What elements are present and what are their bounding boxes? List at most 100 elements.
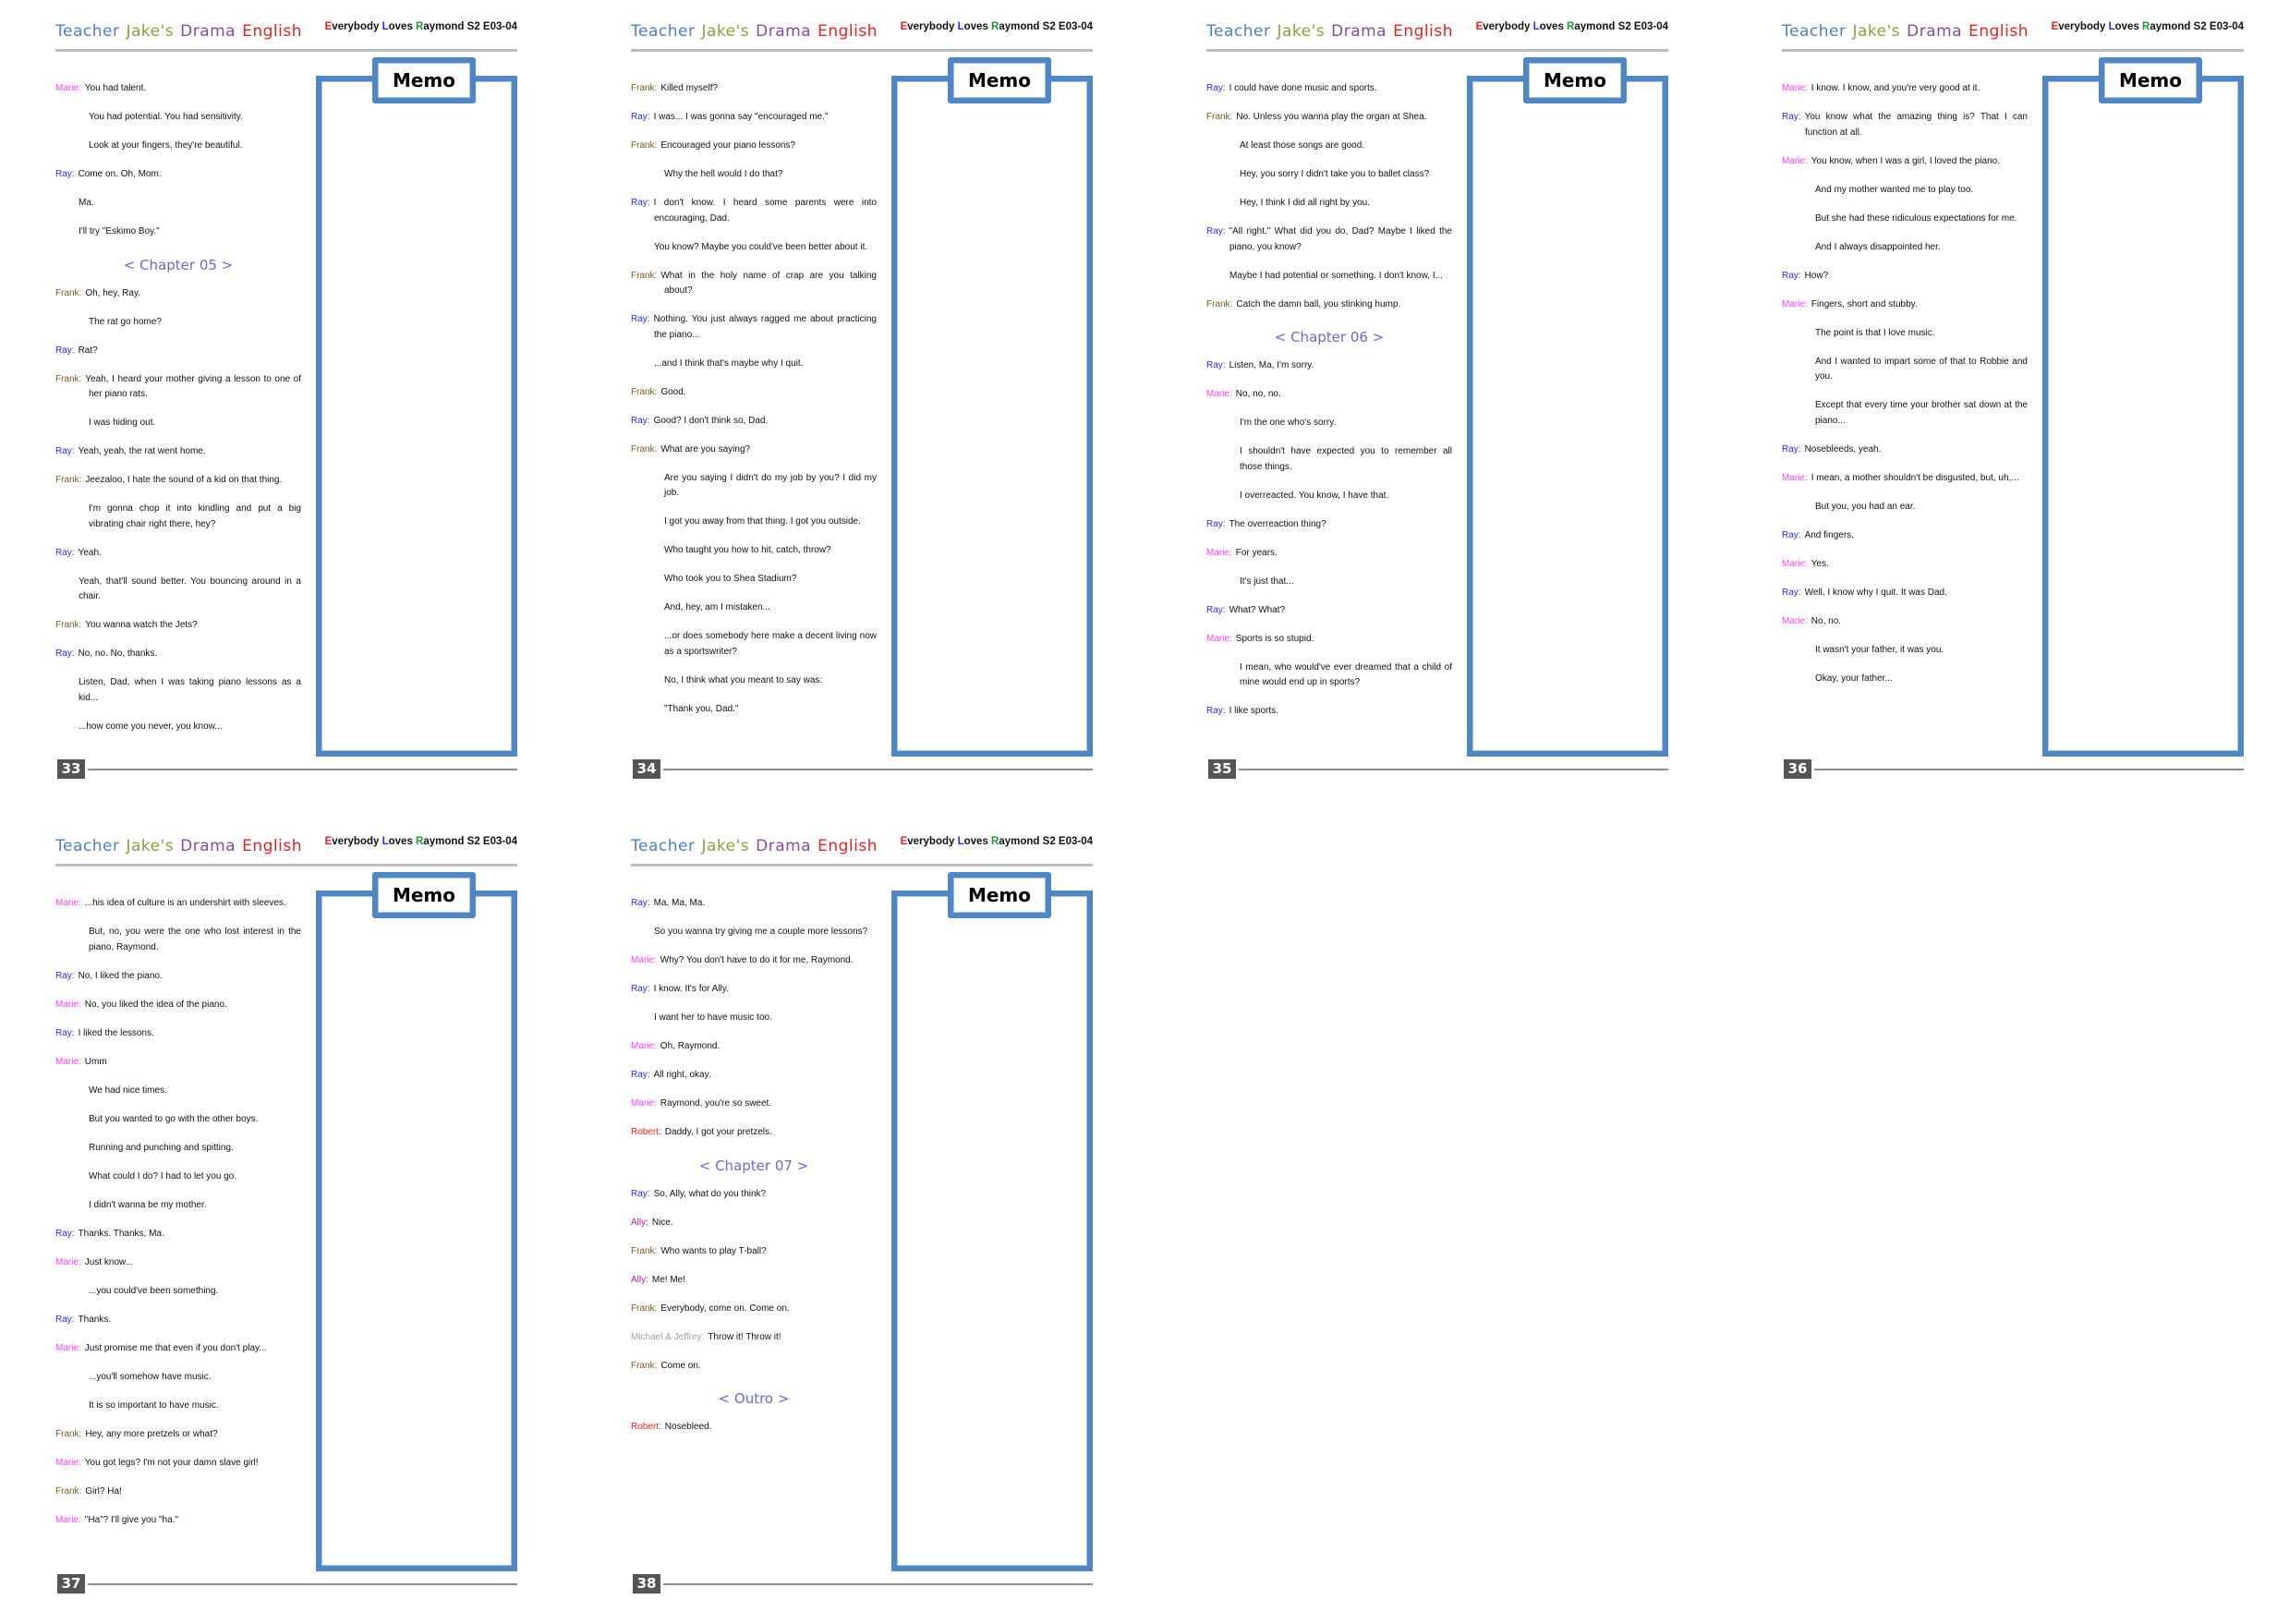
memo-box[interactable]	[2042, 76, 2244, 757]
dialogue-line: Maybe I had potential or something. I do…	[1206, 269, 1452, 285]
brand-word: Jake's	[1852, 22, 1901, 41]
speaker-marie: Marie:	[1206, 389, 1232, 399]
brand-word: Jake's	[701, 22, 750, 41]
speaker-marie: Marie:	[55, 1056, 81, 1067]
dialogue-line: Ray: All right, okay.	[631, 1068, 877, 1084]
dialogue-text: Who took you to Shea Stadium?	[664, 574, 797, 584]
speaker-frank: Frank:	[631, 83, 658, 93]
episode-title: Everybody Loves Raymond S2 E03-04	[325, 21, 517, 32]
speaker-robert: Robert:	[631, 1422, 661, 1432]
dialogue-line: Listen, Dad, when I was taking piano les…	[55, 675, 301, 706]
memo-box[interactable]	[891, 76, 1093, 757]
dialogue-text: Oh, hey, Ray.	[85, 287, 140, 298]
memo-box[interactable]	[316, 891, 517, 1571]
dialogue-text: I overreacted. You know, I have that.	[1240, 490, 1389, 501]
dialogue-text: Why? You don't have to do it for me, Ray…	[660, 955, 854, 965]
dialogue-text: How?	[1804, 270, 1829, 281]
dialogue-line: Ray: Yeah, yeah, the rat went home.	[55, 444, 301, 460]
page-number: 36	[1784, 759, 1811, 779]
dialogue-text: You know what the amazing thing is? That…	[1804, 112, 2028, 138]
memo-label: Memo	[948, 57, 1051, 103]
dialogue-line: Ray: Thanks.	[55, 1313, 301, 1328]
dialogue-text: "Ha"? I'll give you "ha."	[84, 1514, 178, 1525]
episode-title-part: L	[1532, 21, 1540, 32]
worksheet-page-38: Teacher Jake's Drama English Everybody Love…	[575, 815, 1130, 1609]
dialogue-text: But you, you had an ear.	[1815, 501, 1916, 512]
dialogue-text: Thanks.	[78, 1314, 112, 1325]
dialogue-text: I could have done music and sports.	[1229, 83, 1377, 93]
dialogue-line: Frank: No. Unless you wanna play the orga…	[1206, 110, 1452, 126]
dialogue-text: Why the hell would I do that?	[664, 169, 783, 179]
dialogue-text: Except that every time your brother sat …	[1815, 400, 2028, 426]
dialogue-text: "Thank you, Dad."	[664, 703, 739, 714]
dialogue-line: Running and punching and spitting.	[55, 1141, 301, 1157]
header-divider	[631, 864, 1093, 867]
speaker-ray: Ray:	[55, 446, 75, 456]
memo-box[interactable]	[316, 76, 517, 757]
dialogue-text: You know? Maybe you could've been better…	[654, 241, 868, 252]
speaker-marie: Marie:	[1206, 633, 1232, 644]
dialogue-text: No, I think what you meant to say was:	[664, 674, 823, 685]
speaker-marie: Marie:	[631, 1041, 657, 1051]
speaker-marie: Marie:	[1782, 615, 1808, 626]
dialogue-line: Marie: You had talent.	[55, 81, 301, 97]
dialogue-line: You had potential. You had sensitivity.	[55, 110, 301, 126]
memo-box[interactable]	[891, 891, 1093, 1571]
memo-label: Memo	[2099, 57, 2202, 103]
dialogue-text: And I wanted to impart some of that to R…	[1815, 356, 2028, 382]
speaker-frank: Frank:	[55, 287, 82, 298]
speaker-ray: Ray:	[1782, 587, 1801, 598]
episode-title-part: oves	[388, 21, 417, 32]
chapter-heading: < Chapter 05 >	[123, 256, 234, 273]
dialogue-text: Catch the damn ball, you stinking hump.	[1236, 298, 1401, 309]
dialogue-line: Frank: Jeezaloo, I hate the sound of a ki…	[55, 473, 301, 489]
speaker-ray: Ray:	[1782, 443, 1801, 454]
dialogue-line: I got you away from that thing. I got yo…	[631, 515, 877, 530]
dialogue-line: I mean, who would've ever dreamed that a…	[1206, 661, 1452, 691]
speaker-ray: Ray:	[1206, 604, 1226, 615]
speaker-marie: Marie:	[631, 1098, 657, 1109]
dialogue-text: Listen, Dad, when I was taking piano les…	[79, 677, 301, 703]
dialogue-text: No, I liked the piano.	[78, 970, 163, 981]
speaker-ray: Ray:	[631, 1188, 650, 1199]
dialogue-line: Marie: Why? You don't have to do it for m…	[631, 953, 877, 969]
dialogue-text: I want her to have music too.	[654, 1012, 772, 1023]
dialogue-text: No. Unless you wanna play the organ at S…	[1236, 112, 1427, 122]
dialogue-text: Come on. Oh, Mom.	[78, 169, 162, 179]
brand-word: Teacher	[631, 837, 696, 855]
brand-word: English	[242, 837, 302, 855]
page-number: 38	[633, 1574, 660, 1594]
dialogue-text: But she had these ridiculous expectation…	[1815, 212, 2017, 224]
dialogue-line: But you, you had an ear.	[1782, 500, 2028, 515]
dialogue-line: I didn't wanna be my mother.	[55, 1198, 301, 1214]
dialogue-column: Marie: I know. I know, and you're very go…	[1782, 81, 2028, 700]
dialogue-line: But you wanted to go with the other boys…	[55, 1112, 301, 1128]
dialogue-line: Okay, your father...	[1782, 672, 2028, 687]
dialogue-line: Marie: Sports is so stupid.	[1206, 632, 1452, 648]
dialogue-column: Frank: Killed myself? Ray: I was... I was g…	[631, 81, 877, 731]
dialogue-line: Ray: Nosebleeds, yeah.	[1782, 442, 2028, 458]
speaker-ray: Ray:	[1206, 360, 1226, 370]
dialogue-text: Yeah.	[78, 547, 102, 558]
dialogue-line: The rat go home?	[55, 315, 301, 331]
episode-title-part: L	[957, 21, 964, 32]
speaker-marie: Marie:	[55, 999, 81, 1010]
dialogue-text: I didn't wanna be my mother.	[89, 1199, 207, 1210]
speaker-frank: Frank:	[631, 386, 658, 397]
dialogue-line: ...and I think that's maybe why I quit.	[631, 357, 877, 372]
dialogue-line: I was hiding out.	[55, 416, 301, 431]
speaker-frank: Frank:	[1206, 112, 1233, 122]
dialogue-line: Ray: Come on. Oh, Mom.	[55, 167, 301, 183]
episode-title-part: verybody	[1483, 21, 1533, 32]
dialogue-text: Everybody, come on. Come on.	[660, 1303, 790, 1314]
dialogue-text: And fingers.	[1804, 529, 1854, 540]
memo-box[interactable]	[1467, 76, 1668, 757]
dialogue-text: You had potential. You had sensitivity.	[89, 112, 243, 122]
dialogue-text: And my mother wanted me to play too.	[1815, 184, 1974, 195]
dialogue-column: Ray: I could have done music and sports. F…	[1206, 81, 1452, 733]
chapter-heading: < Outro >	[718, 1390, 790, 1407]
dialogue-text: Yeah, yeah, the rat went home.	[78, 446, 206, 456]
dialogue-line: What could I do? I had to let you go.	[55, 1170, 301, 1185]
episode-title-part: L	[382, 836, 389, 847]
speaker-frank: Frank:	[631, 1360, 658, 1371]
